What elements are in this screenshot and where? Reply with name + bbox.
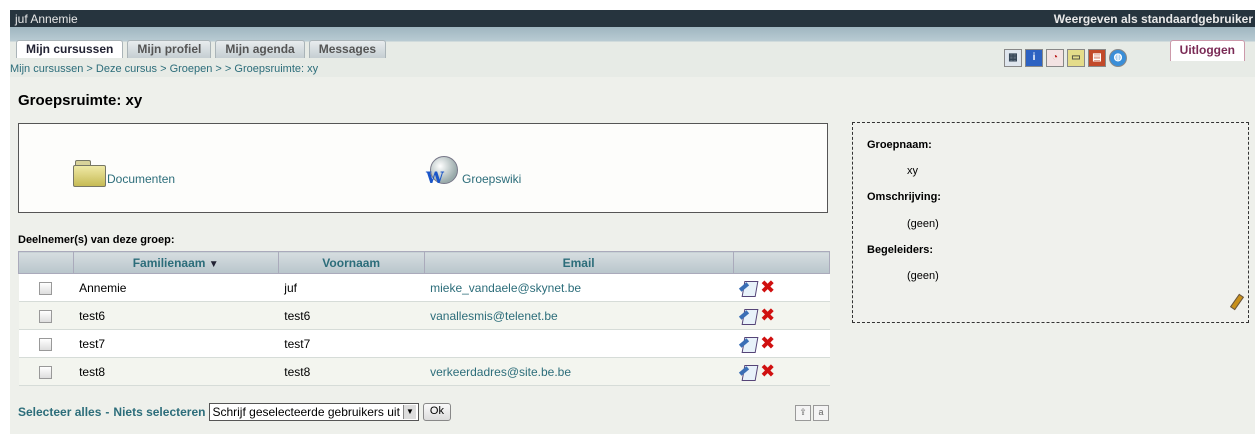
edit-icon[interactable] [739, 364, 759, 381]
actions-column-header [732, 251, 831, 274]
notes-icon[interactable]: ▤ [1088, 49, 1106, 67]
globe-icon[interactable]: ◍ [1109, 49, 1127, 67]
breadcrumb[interactable]: Mijn cursussen > Deze cursus > Groepen >… [10, 63, 318, 75]
main-tabs: Mijn cursussen Mijn profiel Mijn agenda … [16, 40, 387, 58]
lastname-cell: test6 [73, 301, 279, 330]
edit-icon[interactable] [739, 336, 759, 353]
tab-messages[interactable]: Messages [308, 40, 387, 58]
table-row: test8 test8 verkeerdadres@site.be.be ✖ [18, 357, 830, 386]
export-icons: ⇪ a [795, 405, 829, 421]
members-table: Familienaam ▼ Voornaam Email Annemie juf… [18, 251, 831, 386]
view-as-default-user-link[interactable]: Weergeven als standaardgebruiker [1054, 12, 1253, 26]
bulk-action-selected-value: Schrijf geselecteerde gebruikers uit [212, 404, 400, 419]
wiki-icon[interactable]: W [426, 156, 460, 187]
delete-icon[interactable]: ✖ [760, 334, 775, 352]
calendar-icon[interactable]: ▦ [1004, 49, 1022, 67]
info-icon[interactable]: i [1025, 49, 1043, 67]
group-info-box: Groepnaam: xy Omschrijving: (geen) Begel… [852, 122, 1249, 323]
select-all-link[interactable]: Selecteer alles [18, 405, 101, 419]
firstname-cell: test6 [278, 301, 425, 330]
folder-icon[interactable]: ▭ [1067, 49, 1085, 67]
user-name: juf Annemie [15, 12, 78, 26]
lastname-column-header[interactable]: Familienaam ▼ [72, 251, 279, 274]
select-none-link[interactable]: Niets selecteren [113, 405, 205, 419]
firstname-column-header[interactable]: Voornaam [277, 251, 425, 274]
email-link[interactable]: mieke_vandaele@skynet.be [424, 273, 734, 302]
table-row: test6 test6 vanallesmis@telenet.be ✖ [18, 301, 830, 330]
wiki-tool[interactable]: W Groepswiki [426, 156, 521, 187]
delete-icon[interactable]: ✖ [760, 278, 775, 296]
firstname-cell: test8 [278, 357, 425, 386]
row-checkbox[interactable] [39, 281, 53, 295]
description-value: (geen) [907, 218, 939, 230]
chevron-down-icon[interactable]: ▼ [402, 405, 416, 419]
members-heading: Deelnemer(s) van deze groep: [18, 234, 175, 246]
group-name-label: Groepnaam: [867, 139, 932, 151]
lastname-cell: test7 [73, 329, 279, 358]
import-icon[interactable]: a [813, 405, 829, 421]
bulk-action-select[interactable]: Schrijf geselecteerde gebruikers uit ▼ [209, 403, 419, 421]
breadcrumb-text[interactable]: Mijn cursussen > Deze cursus > Groepen >… [10, 63, 318, 75]
delete-icon[interactable]: ✖ [760, 362, 775, 380]
delete-icon[interactable]: ✖ [760, 306, 775, 324]
group-name-value: xy [907, 165, 918, 177]
tab-my-courses[interactable]: Mijn cursussen [16, 40, 124, 58]
table-row: Annemie juf mieke_vandaele@skynet.be ✖ [18, 273, 830, 302]
select-column-header [18, 251, 74, 274]
documents-link[interactable]: Documenten [107, 172, 175, 186]
row-checkbox[interactable] [39, 309, 53, 323]
description-label: Omschrijving: [867, 191, 941, 203]
documents-tool[interactable]: Documenten [73, 158, 175, 187]
lastname-header-label[interactable]: Familienaam [133, 256, 206, 270]
firstname-cell: test7 [278, 329, 425, 358]
wiki-badge: W [426, 168, 444, 187]
firstname-cell: juf [278, 273, 425, 302]
header-tool-icons: ▦ i ◔ ▭ ▤ ◍ [1004, 49, 1127, 67]
table-row: test7 test7 ✖ [18, 329, 830, 358]
group-tools-box: Documenten W Groepswiki [18, 123, 828, 213]
tab-my-profile[interactable]: Mijn profiel [127, 40, 212, 58]
link-separator: - [105, 405, 110, 419]
sort-desc-icon[interactable]: ▼ [209, 259, 219, 270]
top-bar: juf Annemie Weergeven als standaardgebru… [10, 10, 1255, 27]
tutors-value: (geen) [907, 270, 939, 282]
edit-icon[interactable] [739, 308, 759, 325]
email-link[interactable]: verkeerdadres@site.be.be [424, 357, 734, 386]
pencil-icon[interactable] [1229, 293, 1245, 311]
row-checkbox[interactable] [39, 365, 53, 379]
ok-button[interactable]: Ok [422, 403, 451, 421]
folder-icon[interactable] [73, 158, 106, 187]
agenda-icon[interactable]: ◔ [1046, 49, 1064, 67]
tab-my-agenda[interactable]: Mijn agenda [215, 40, 305, 58]
email-link[interactable] [424, 329, 734, 358]
email-column-header[interactable]: Email [423, 251, 734, 274]
page-title: Groepsruimte: xy [18, 92, 143, 109]
export-icon[interactable]: ⇪ [795, 405, 811, 421]
wiki-link[interactable]: Groepswiki [462, 172, 521, 186]
tutors-label: Begeleiders: [867, 244, 934, 256]
email-link[interactable]: vanallesmis@telenet.be [424, 301, 734, 330]
bulk-actions-bar: Selecteer alles - Niets selecteren Schri… [18, 403, 451, 421]
edit-icon[interactable] [739, 280, 759, 297]
lastname-cell: test8 [73, 357, 279, 386]
logout-button[interactable]: Uitloggen [1169, 40, 1245, 61]
row-checkbox[interactable] [39, 337, 53, 351]
lastname-cell: Annemie [73, 273, 279, 302]
